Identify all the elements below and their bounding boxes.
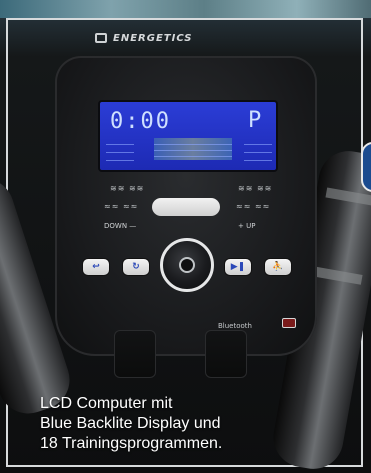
brand-logo: ENERGETICS [95,30,265,46]
play-pause-icon: ▶❚ [230,262,246,272]
blue-badge [361,142,371,192]
caption-line-3: 18 Trainingsprogrammen. [40,435,223,452]
lcd-display: 0:00 P [98,100,278,172]
person-icon: ⛹ [272,262,284,272]
bluetooth-icon: Bluetooth [218,322,252,330]
dial-center [179,257,195,273]
mode-dial[interactable] [160,238,214,292]
up-label: + UP [238,222,256,230]
start-stop-button[interactable]: ▶❚ [224,258,252,276]
left-holder-clip [114,330,156,378]
program-icons-left: ≋≋ ≋≋ [110,184,145,193]
lcd-time: 0:00 [110,109,171,134]
lcd-left-readout [106,138,134,166]
center-ok-button[interactable] [152,198,220,216]
reset-icon: ↻ [132,262,140,272]
top-color-strip [0,0,371,18]
caption-line-2: Blue Backlite Display und [40,415,221,432]
lcd-profile-bars [154,138,232,160]
recovery-button[interactable]: ↩ [82,258,110,276]
recovery-icon: ↩ [92,262,100,272]
power-indicator [282,318,296,328]
program-icons-right: ≋≋ ≋≋ [238,184,273,193]
product-photo: ENERGETICS 0:00 P ≋≋ ≋≋ ≋≋ ≋≋ ≈≈ ≈≈ ≈≈ ≈… [0,0,371,473]
down-label: DOWN — [104,222,137,230]
lcd-program-letter: P [248,108,262,133]
lcd-right-readout [244,138,272,166]
reset-button[interactable]: ↻ [122,258,150,276]
caption-line-1: LCD Computer mit [40,395,173,412]
program-icons-right-2: ≈≈ ≈≈ [236,202,271,211]
body-fat-button[interactable]: ⛹ [264,258,292,276]
caption: LCD Computer mit Blue Backlite Display u… [40,394,340,454]
right-holder-clip [205,330,247,378]
energetics-logo-icon [95,33,107,43]
program-icons-left-2: ≈≈ ≈≈ [104,202,139,211]
brand-name: ENERGETICS [113,32,193,44]
